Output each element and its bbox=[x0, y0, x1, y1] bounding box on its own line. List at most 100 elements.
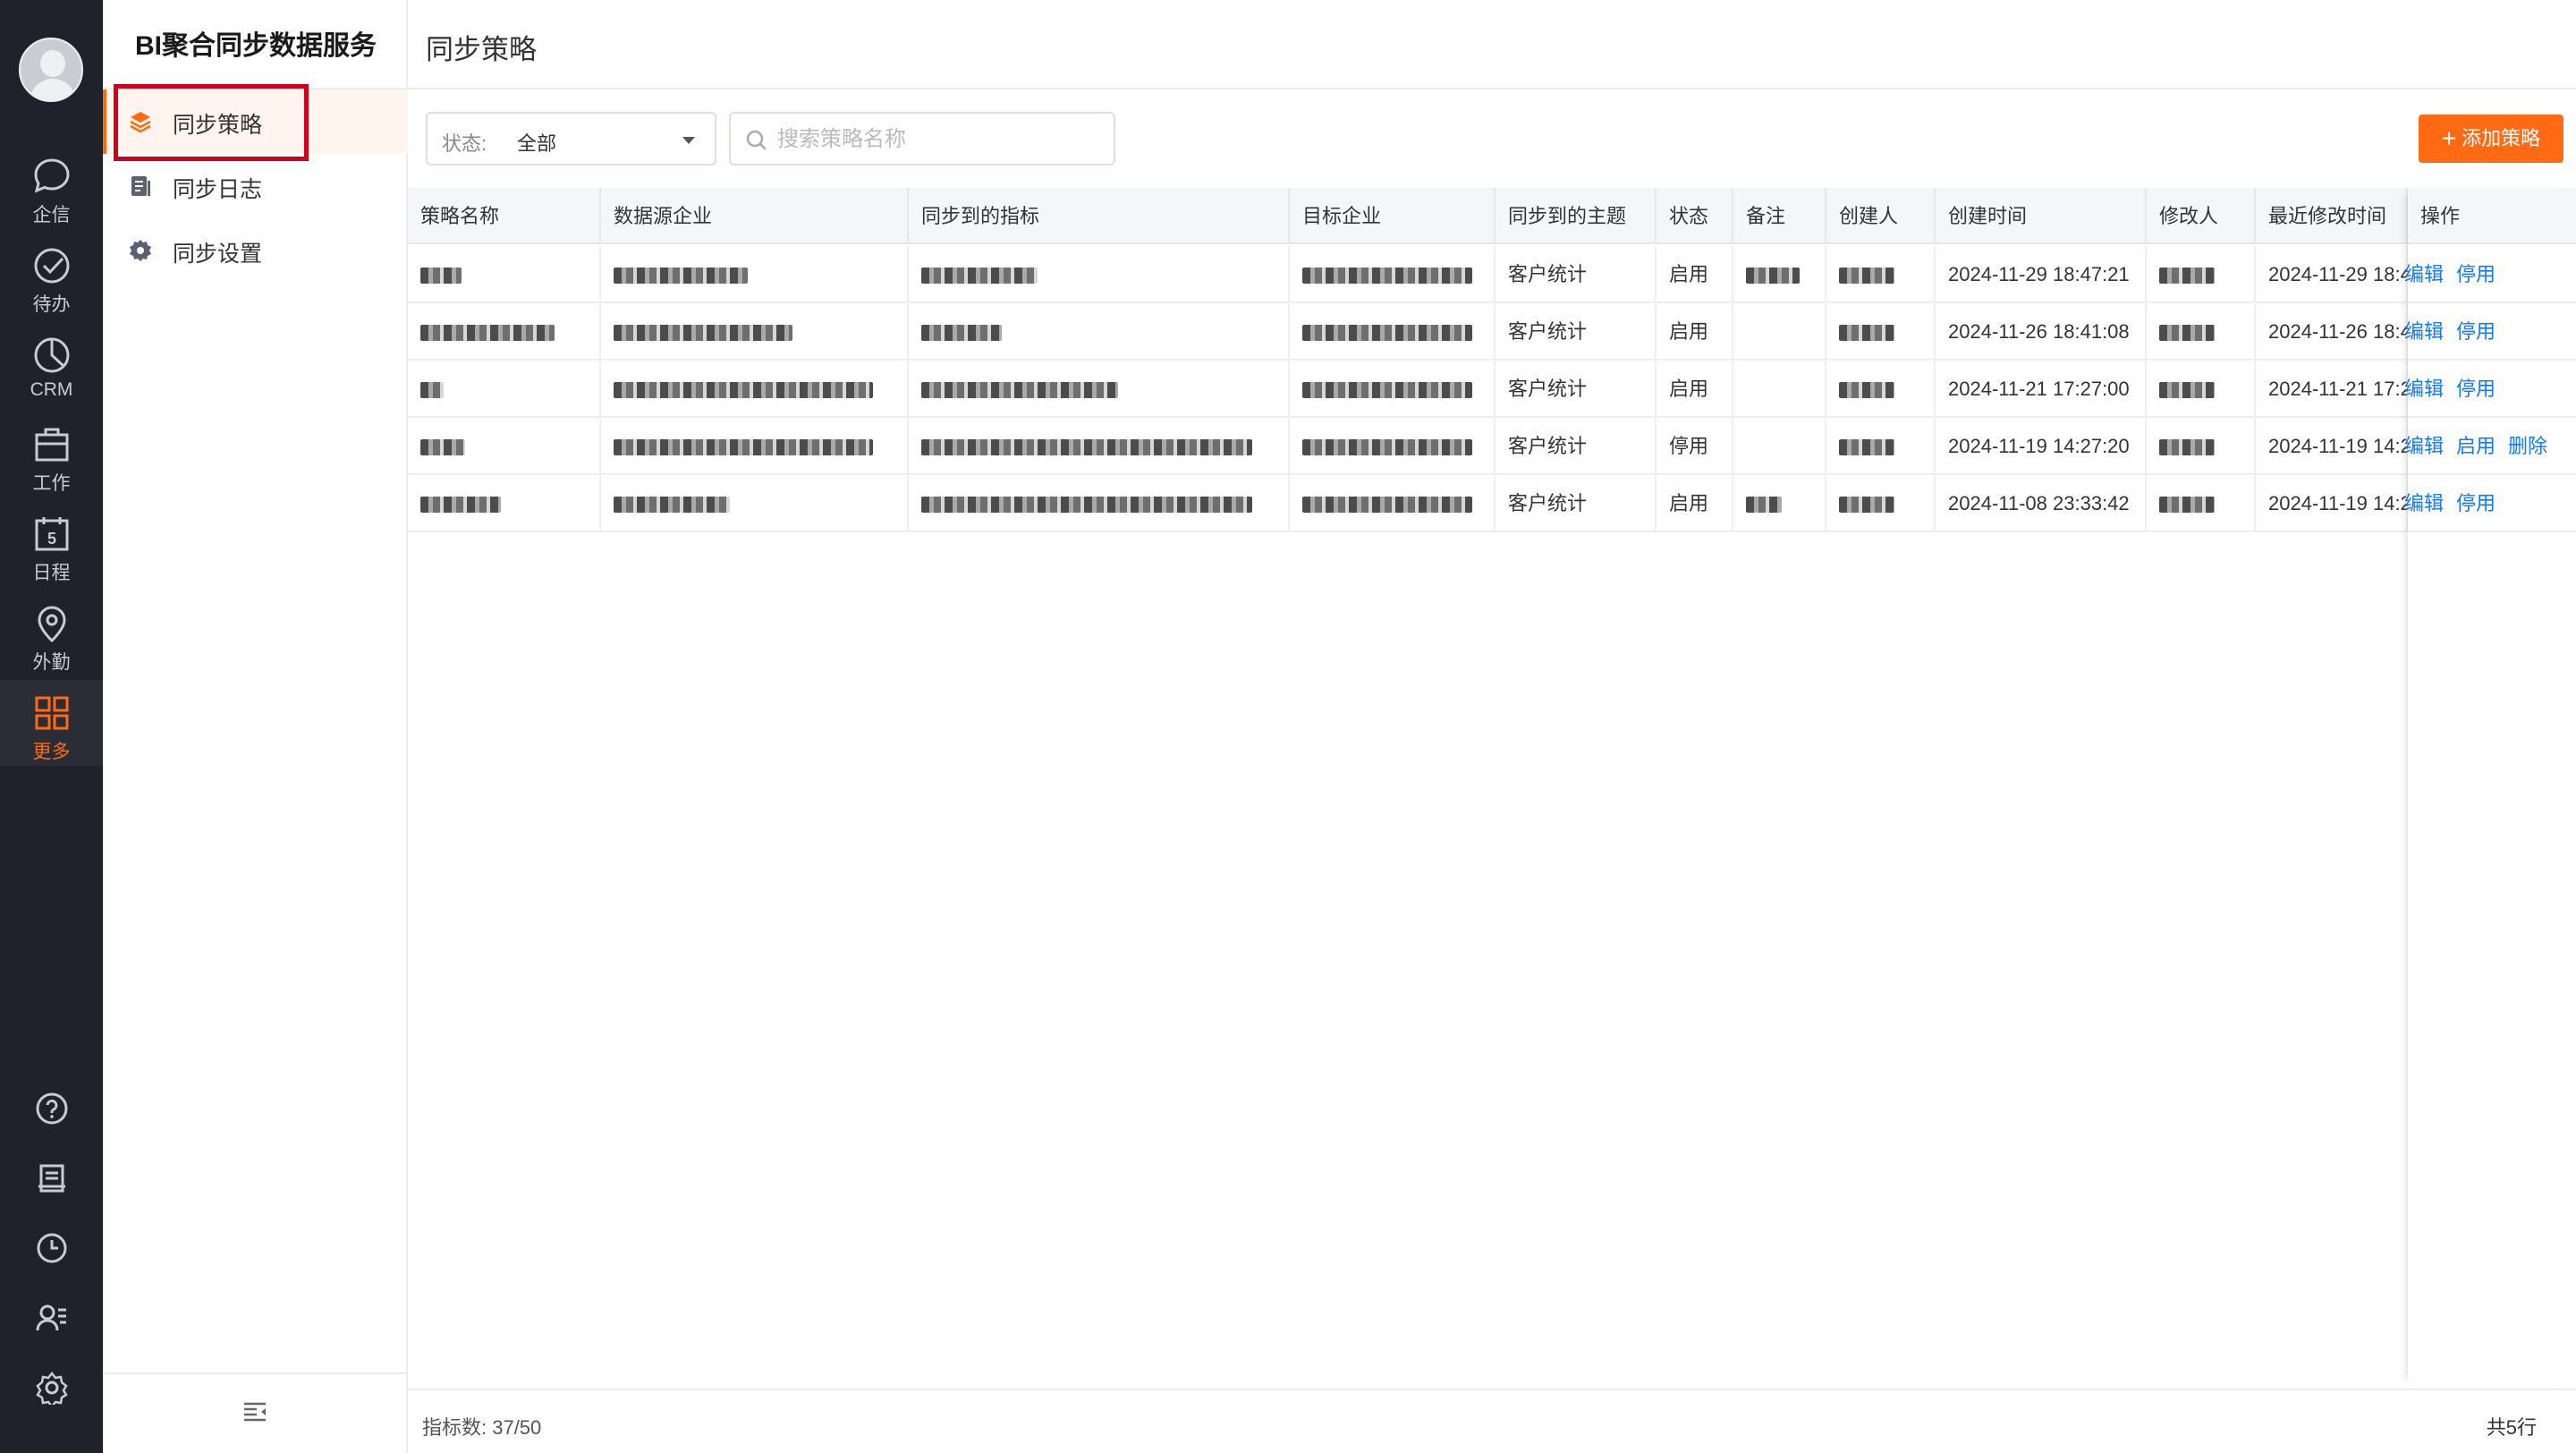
divider bbox=[408, 88, 2576, 89]
cell-modified-time: 2024-11-26 18:4 bbox=[2256, 303, 2408, 361]
metric-count: 指标数: 37/50 bbox=[422, 1416, 542, 1439]
briefcase-icon bbox=[35, 428, 68, 462]
sidebar-item-sync-log[interactable]: 同步日志 bbox=[103, 154, 408, 218]
cell-modified-time: 2024-11-19 14:2 bbox=[2256, 475, 2408, 532]
add-strategy-button[interactable]: + 添加策略 bbox=[2419, 115, 2563, 163]
redacted-text bbox=[614, 497, 730, 514]
cell-theme: 客户统计 bbox=[1496, 303, 1657, 361]
cell-source-company bbox=[601, 361, 909, 418]
rail-item-crm[interactable]: CRM bbox=[0, 322, 103, 408]
redacted-text bbox=[1839, 439, 1894, 456]
cell-created-time: 2024-11-21 17:27:00 bbox=[1936, 361, 2147, 418]
search-input[interactable] bbox=[777, 124, 1099, 155]
action-link[interactable]: 停用 bbox=[2456, 263, 2496, 285]
action-link[interactable]: 停用 bbox=[2456, 320, 2496, 343]
cell-creator bbox=[1826, 418, 1936, 475]
action-link[interactable]: 编辑 bbox=[2404, 378, 2444, 400]
cell-modified-time: 2024-11-29 18:4 bbox=[2256, 246, 2408, 303]
col-header[interactable]: 修改人 bbox=[2147, 188, 2256, 244]
pie-chart-icon bbox=[34, 337, 69, 373]
cell-modifier bbox=[2147, 361, 2256, 418]
search-box[interactable] bbox=[729, 112, 1115, 166]
cell-status: 停用 bbox=[1657, 418, 1733, 475]
action-link[interactable]: 启用 bbox=[2456, 435, 2496, 457]
cell-theme: 客户统计 bbox=[1496, 475, 1657, 532]
action-link[interactable]: 停用 bbox=[2456, 492, 2496, 514]
rail-help[interactable] bbox=[0, 1081, 103, 1134]
rail-label: 待办 bbox=[32, 294, 71, 315]
rail-settings[interactable] bbox=[0, 1360, 103, 1414]
col-header[interactable]: 策略名称 bbox=[408, 188, 601, 244]
cell-remark bbox=[1733, 246, 1826, 303]
cell-modifier bbox=[2147, 475, 2256, 532]
cell-created-time: 2024-11-08 23:33:42 bbox=[1936, 475, 2147, 532]
notes-icon bbox=[38, 1164, 65, 1193]
cell-remark bbox=[1733, 303, 1826, 361]
table-footer: 指标数: 37/50 共5行 bbox=[408, 1389, 2576, 1453]
rail-label: 更多 bbox=[32, 742, 71, 762]
redacted-text bbox=[614, 325, 792, 342]
redacted-text bbox=[2159, 439, 2215, 456]
col-header[interactable]: 创建人 bbox=[1826, 188, 1936, 244]
cell-theme: 客户统计 bbox=[1496, 418, 1657, 475]
rail-history[interactable] bbox=[0, 1220, 103, 1274]
rail-item-schedule[interactable]: 5 日程 bbox=[0, 501, 103, 587]
rail-contacts[interactable] bbox=[0, 1290, 103, 1344]
cell-target-company bbox=[1290, 303, 1496, 361]
table-row[interactable]: 客户统计 启用 2024-11-29 18:47:21 2024-11-29 18:4… bbox=[408, 246, 2576, 303]
cell-modifier bbox=[2147, 246, 2256, 303]
redacted-text bbox=[1302, 382, 1472, 399]
redacted-text bbox=[1302, 439, 1472, 456]
col-header[interactable]: 目标企业 bbox=[1290, 188, 1496, 244]
table-row[interactable]: 客户统计 启用 2024-11-21 17:27:00 2024-11-21 17:2… bbox=[408, 361, 2576, 418]
action-link[interactable]: 编辑 bbox=[2404, 492, 2444, 514]
rail-item-todo[interactable]: 待办 bbox=[0, 233, 103, 319]
action-link[interactable]: 编辑 bbox=[2404, 435, 2444, 457]
filter-value: 全部 bbox=[517, 132, 557, 155]
cell-strategy-name bbox=[408, 246, 601, 303]
col-header[interactable]: 备注 bbox=[1733, 188, 1826, 244]
col-header[interactable]: 创建时间 bbox=[1936, 188, 2147, 244]
action-link[interactable]: 编辑 bbox=[2404, 320, 2444, 343]
redacted-text bbox=[420, 268, 462, 285]
collapse-sidebar-icon[interactable] bbox=[242, 1401, 267, 1423]
main-content: 同步策略 状态: 全部 +添加策略 策略名称 数据源企业 同步到的指标 目标企业… bbox=[408, 0, 2576, 1453]
redacted-text bbox=[1746, 497, 1782, 514]
table-row[interactable]: 客户统计 停用 2024-11-19 14:27:20 2024-11-19 14:2… bbox=[408, 418, 2576, 475]
action-link[interactable]: 停用 bbox=[2456, 378, 2496, 400]
cell-creator bbox=[1826, 361, 1936, 418]
avatar[interactable] bbox=[19, 38, 83, 102]
rail-item-qixin[interactable]: 企信 bbox=[0, 143, 103, 229]
col-header[interactable]: 数据源企业 bbox=[601, 188, 909, 244]
secondary-sidebar: BI聚合同步数据服务 同步策略 同步日志 同步设置 bbox=[103, 0, 408, 1453]
redacted-text bbox=[420, 382, 444, 399]
redacted-text bbox=[614, 439, 873, 456]
redacted-text bbox=[2159, 497, 2215, 514]
app-root: 企信 待办 CRM 工作 5 日程 外勤 更多 BI聚合同步数据服务 同步策略 … bbox=[0, 0, 2576, 1453]
redacted-text bbox=[2159, 325, 2215, 342]
table-row[interactable]: 客户统计 启用 2024-11-08 23:33:42 2024-11-19 14:2… bbox=[408, 475, 2576, 532]
col-header[interactable]: 同步到的指标 bbox=[909, 188, 1290, 244]
rail-item-more[interactable]: 更多 bbox=[0, 680, 103, 766]
sidebar-item-label: 同步设置 bbox=[173, 242, 263, 267]
row-count: 共5行 bbox=[2486, 1416, 2537, 1439]
row-actions: 编辑 停用 bbox=[2404, 246, 2508, 303]
status-filter-select[interactable]: 状态: 全部 bbox=[426, 112, 716, 166]
rail-item-field[interactable]: 外勤 bbox=[0, 591, 103, 676]
action-link[interactable]: 删除 bbox=[2508, 435, 2547, 457]
add-strategy-label: 添加策略 bbox=[2462, 127, 2541, 149]
col-header: 操作 bbox=[2420, 205, 2461, 227]
redacted-text bbox=[1839, 325, 1894, 342]
table-row[interactable]: 客户统计 启用 2024-11-26 18:41:08 2024-11-26 18:4… bbox=[408, 303, 2576, 361]
col-header[interactable]: 最近修改时间 bbox=[2256, 188, 2408, 244]
sidebar-item-sync-settings[interactable]: 同步设置 bbox=[103, 218, 408, 283]
action-link[interactable]: 编辑 bbox=[2404, 263, 2444, 285]
col-header[interactable]: 同步到的主题 bbox=[1496, 188, 1657, 244]
col-header[interactable]: 状态 bbox=[1657, 188, 1733, 244]
cell-target-company bbox=[1290, 418, 1496, 475]
cell-creator bbox=[1826, 475, 1936, 532]
search-icon bbox=[746, 130, 767, 150]
rail-item-work[interactable]: 工作 bbox=[0, 412, 103, 497]
rail-notes[interactable] bbox=[0, 1151, 103, 1204]
help-icon bbox=[36, 1092, 67, 1125]
